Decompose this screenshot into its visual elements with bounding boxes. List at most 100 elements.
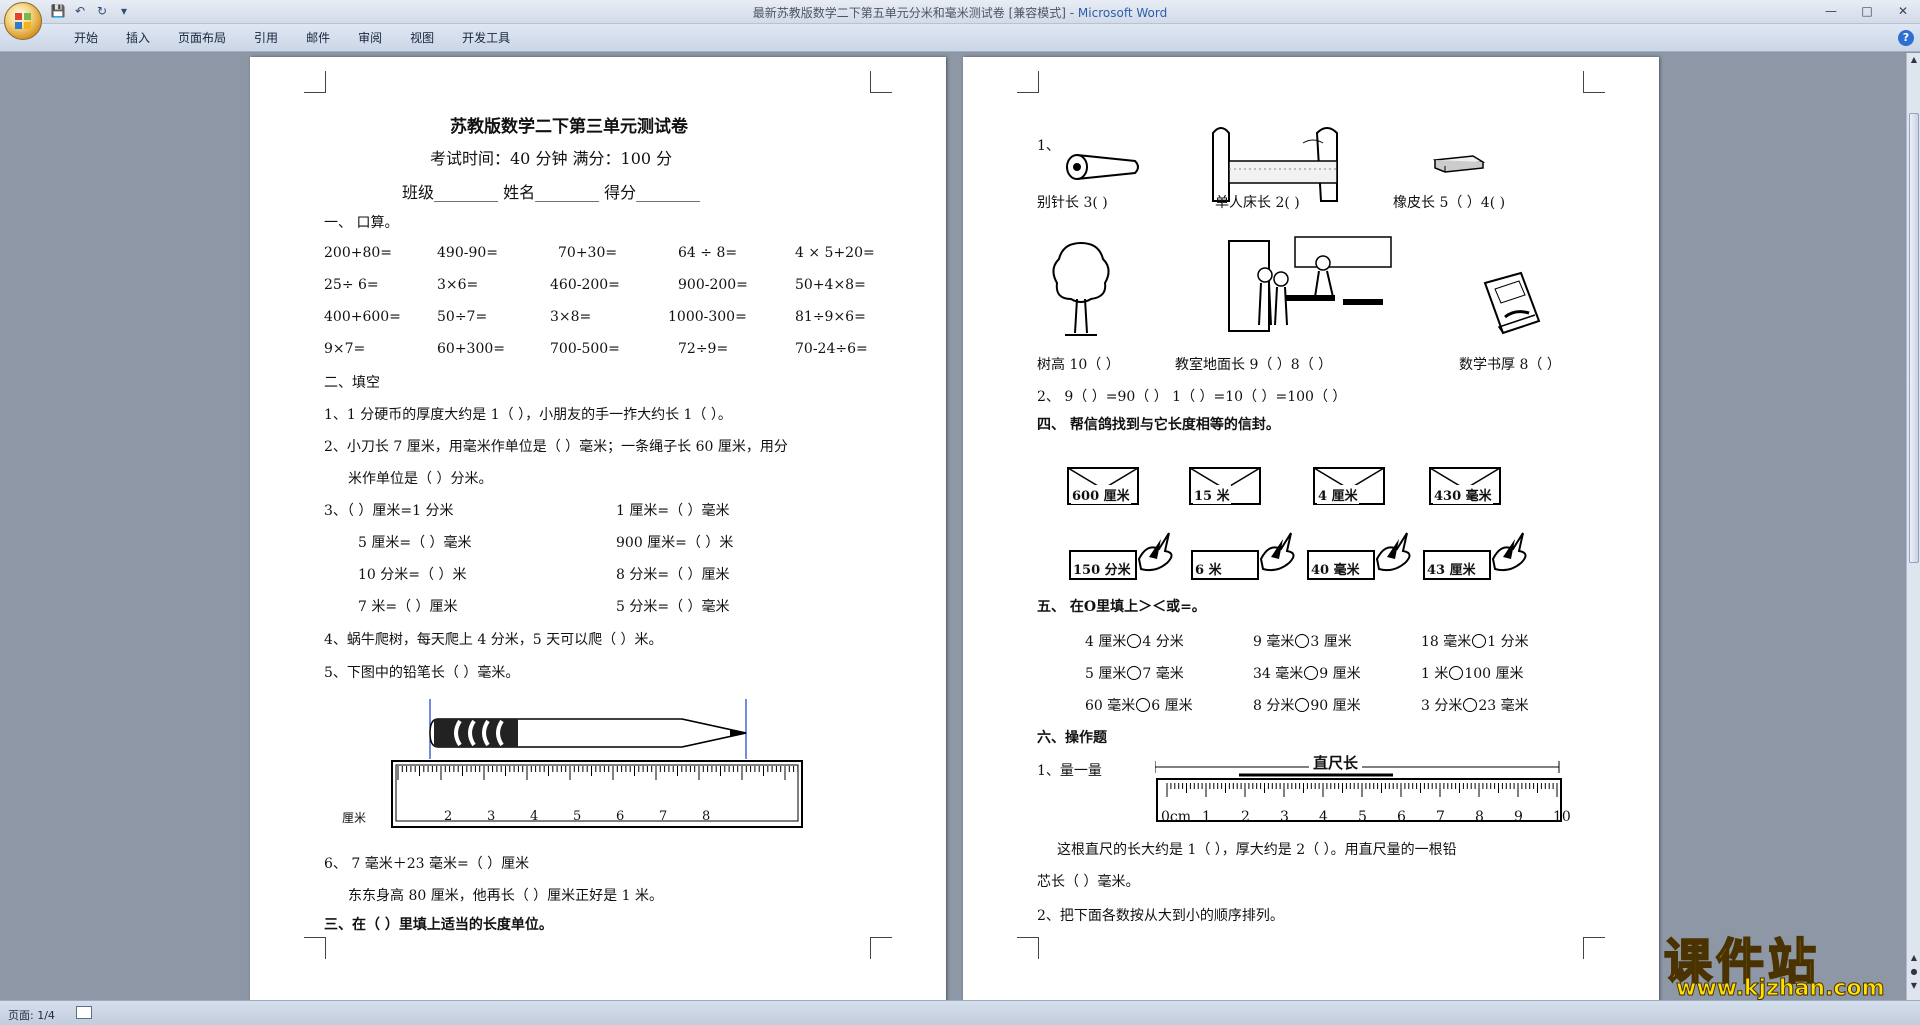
answer-circle[interactable] [1304,666,1319,680]
question-text: 芯长（ ）毫米。 [1037,874,1140,890]
section-heading: 三、在（ ）里填上适当的长度单位。 [324,917,553,933]
question-text: 2、小刀长 7 厘米，用毫米作单位是（ ）毫米；一条绳子长 60 厘米，用分 [324,439,788,455]
margin-corner-mark [304,71,326,93]
envelope-label: 430 毫米 [1433,485,1493,504]
minimize-icon[interactable]: — [1820,2,1842,20]
compare-item: 60 毫米 6 厘米 [1085,695,1193,715]
compare-item: 18 毫米 1 分米 [1421,631,1529,651]
margin-corner-mark [1583,937,1605,959]
question-text: 8 分米=（ ）厘米 [616,567,730,583]
calc-item: 4 × 5+20= [795,245,875,261]
answer-circle[interactable] [1127,634,1142,648]
question-text: 900 厘米=（ ）米 [616,535,734,551]
ruler-number: 4 [530,809,539,824]
tab-developer[interactable]: 开发工具 [448,30,524,46]
tab-insert[interactable]: 插入 [112,30,164,46]
pigeon-label: 40 毫米 [1311,563,1360,578]
answer-circle[interactable] [1295,634,1310,648]
ruler-unit-label: 厘米 [342,811,367,825]
compare-left: 34 毫米 [1253,666,1304,682]
calc-item: 70+30= [558,245,618,261]
question-text: 1、1 分硬币的厚度大约是 1（ ），小朋友的手一拃大约长 1（ ）。 [324,407,732,423]
scroll-thumb[interactable] [1909,113,1919,563]
compare-item: 8 分米 90 厘米 [1253,695,1361,715]
tab-view[interactable]: 视图 [396,30,448,46]
ruler-number: 4 [1319,809,1328,825]
calc-item: 200+80= [324,245,392,261]
answer-circle[interactable] [1472,634,1487,648]
calc-item: 50÷7= [437,309,488,325]
eraser-icon [1433,155,1485,173]
page-indicator[interactable]: 页面: 1/4 [8,1007,55,1023]
office-button[interactable] [4,2,42,40]
pigeon-label: 6 米 [1195,563,1222,578]
calc-item: 60+300= [437,341,505,357]
calc-item: 3×8= [550,309,592,325]
compare-right: 100 厘米 [1464,666,1524,682]
browse-object-icon[interactable]: ● [1909,967,1919,979]
calc-item: 490-90= [437,245,498,261]
prev-page-icon[interactable]: ▲ [1909,953,1919,965]
question-text: 1、量一量 [1037,763,1102,779]
margin-corner-mark [1017,937,1039,959]
tab-home[interactable]: 开始 [60,30,112,46]
ribbon-tabs: 开始 插入 页面布局 引用 邮件 审阅 视图 开发工具 [60,30,524,46]
answer-circle[interactable] [1295,698,1310,712]
pigeon-letter: 43 厘米 [1423,529,1533,583]
compare-left: 1 米 [1421,666,1449,682]
question-text: 5、下图中的铅笔长（ ）毫米。 [324,665,520,681]
vertical-scrollbar[interactable]: ▲ ▲ ● ▼ [1906,53,1920,1000]
next-page-icon[interactable]: ▼ [1909,981,1919,993]
blank-item: 别针长 3( ) [1037,195,1108,211]
answer-circle[interactable] [1449,666,1464,680]
ruler-number: 6 [616,809,625,824]
page-1[interactable]: 苏教版数学二下第三单元测试卷 考试时间：40 分钟 满分：100 分 班级___… [250,57,946,1000]
calc-item: 1000-300= [668,309,747,325]
compare-right: 3 厘米 [1310,634,1352,650]
question-text: 7 米=（ ）厘米 [358,599,458,615]
classroom-icon [1228,236,1392,332]
exam-time: 考试时间：40 分钟 满分：100 分 [430,149,673,168]
calc-item: 400+600= [324,309,401,325]
pigeon-letter: 150 分米 [1069,529,1179,583]
page-2[interactable]: 1、 别针长 3( ) 单人床长 2( ) 橡皮长 5（ ）4() 树高 10… [963,57,1659,1000]
section-heading: 一、 口算。 [324,215,399,231]
ruler-number: 2 [444,809,453,824]
pigeon-label: 43 厘米 [1427,563,1476,578]
safety-pin-icon [1066,154,1139,180]
envelope: 15 米 [1189,467,1261,505]
tab-page-layout[interactable]: 页面布局 [164,30,240,46]
maximize-icon[interactable]: □ [1856,2,1878,20]
margin-corner-mark [1583,71,1605,93]
ruler-number: 7 [1436,809,1445,825]
compare-left: 4 厘米 [1085,634,1127,650]
compare-right: 23 毫米 [1478,698,1529,714]
ruler-number: 2 [1241,809,1250,825]
compare-item: 1 米 100 厘米 [1421,663,1524,683]
question-text: 2、 9（ ）=90（ ） 1（ ）=10（ ）=100（ ） [1037,389,1347,405]
calc-item: 25÷ 6= [324,277,379,293]
close-icon[interactable]: ✕ [1892,2,1914,20]
proofing-icon[interactable] [76,1006,92,1019]
watermark-logo: 课件站 www.kjzhan.com [1663,922,1904,1002]
calc-item: 81÷9×6= [795,309,866,325]
tab-review[interactable]: 审阅 [344,30,396,46]
compare-item: 34 毫米 9 厘米 [1253,663,1361,683]
tab-mailings[interactable]: 邮件 [292,30,344,46]
scroll-up-icon[interactable]: ▲ [1909,55,1919,67]
answer-circle[interactable] [1463,698,1478,712]
compare-left: 18 毫米 [1421,634,1472,650]
blank-item: 树高 10（ ） [1037,357,1120,373]
help-icon[interactable]: ? [1898,30,1914,46]
margin-corner-mark [304,937,326,959]
answer-circle[interactable] [1127,666,1142,680]
calc-item: 700-500= [550,341,620,357]
answer-circle[interactable] [1136,698,1151,712]
envelope: 4 厘米 [1313,467,1385,505]
tab-references[interactable]: 引用 [240,30,292,46]
envelope-label: 600 厘米 [1071,485,1131,504]
ruler-number: 3 [487,809,496,824]
blank-item: 数学书厚 8（ ） [1459,357,1561,373]
compare-left: 60 毫米 [1085,698,1136,714]
margin-corner-mark [1017,71,1039,93]
